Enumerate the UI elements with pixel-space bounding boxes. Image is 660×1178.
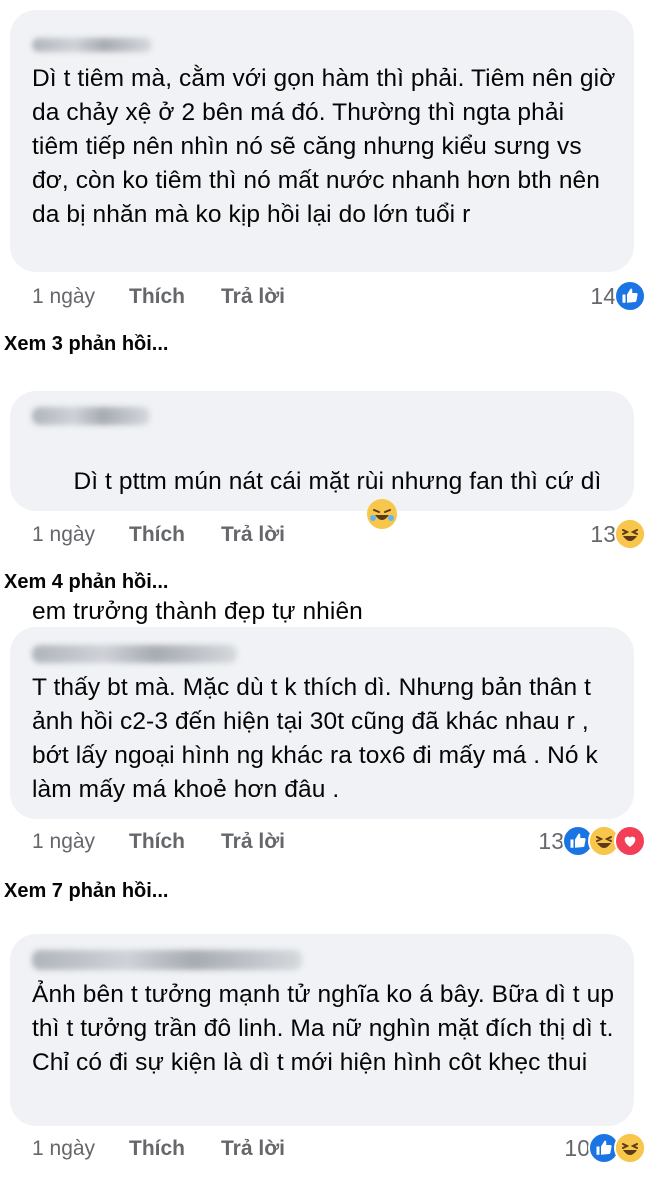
reaction-count: 13 — [538, 828, 564, 854]
like-button[interactable]: Thích — [129, 827, 185, 857]
like-button[interactable]: Thích — [129, 1134, 185, 1164]
reaction-summary[interactable]: 10 — [564, 1132, 646, 1164]
comment-bubble: Ảnh bên t tưởng mạnh tử nghĩa ko á bây. … — [10, 934, 634, 1126]
like-button[interactable]: Thích — [129, 282, 185, 312]
view-replies-link[interactable]: Xem 4 phản hồi... — [4, 571, 168, 594]
reaction-count: 10 — [564, 1135, 590, 1161]
like-button[interactable]: Thích — [129, 520, 185, 550]
reply-button[interactable]: Trả lời — [221, 1134, 285, 1164]
reaction-summary[interactable]: 13 — [590, 518, 646, 550]
reply-button[interactable]: Trả lời — [221, 282, 285, 312]
view-replies-link[interactable]: Xem 3 phản hồi... — [4, 333, 168, 356]
reaction-summary[interactable]: 14 — [590, 280, 646, 312]
author-name-blurred[interactable] — [32, 645, 237, 663]
love-icon — [614, 825, 646, 857]
comment-text: Ảnh bên t tưởng mạnh tử nghĩa ko á bây. … — [32, 981, 628, 1076]
comment-bubble: T thấy bt mà. Mặc dù t k thích dì. Nhưng… — [10, 627, 634, 819]
comment-bubble: Dì t pttm mún nát cái mặt rùi nhưng fan … — [10, 391, 634, 625]
view-replies-link[interactable]: Xem 7 phản hồi... — [4, 880, 168, 903]
haha-icon — [614, 1132, 646, 1164]
comment-time[interactable]: 1 ngày — [32, 827, 95, 857]
haha-icon — [614, 518, 646, 550]
comment-bubble: Dì t tiêm mà, cằm với gọn hàm thì phải. … — [10, 10, 634, 272]
comment-actions: 1 ngày Thích Trả lời 10 — [32, 1132, 660, 1164]
comment-actions: 1 ngày Thích Trả lời 13 — [32, 825, 660, 857]
comment-time[interactable]: 1 ngày — [32, 520, 95, 550]
author-name-blurred[interactable] — [32, 407, 150, 425]
like-icon — [614, 280, 646, 312]
reply-button[interactable]: Trả lời — [221, 827, 285, 857]
author-name-blurred[interactable] — [32, 38, 152, 52]
reaction-summary[interactable]: 13 — [538, 825, 646, 857]
comment-actions: 1 ngày Thích Trả lời 13 — [32, 518, 660, 550]
comment-time[interactable]: 1 ngày — [32, 1134, 95, 1164]
author-name-blurred[interactable] — [32, 950, 302, 970]
comment-time[interactable]: 1 ngày — [32, 282, 95, 312]
comment-text: Dì t tiêm mà, cằm với gọn hàm thì phải. … — [32, 65, 623, 228]
comment-text: T thấy bt mà. Mặc dù t k thích dì. Nhưng… — [32, 674, 605, 803]
reaction-count: 13 — [590, 521, 616, 547]
comment-actions: 1 ngày Thích Trả lời 14 — [32, 280, 660, 312]
reply-button[interactable]: Trả lời — [221, 520, 285, 550]
reaction-count: 14 — [590, 283, 616, 309]
